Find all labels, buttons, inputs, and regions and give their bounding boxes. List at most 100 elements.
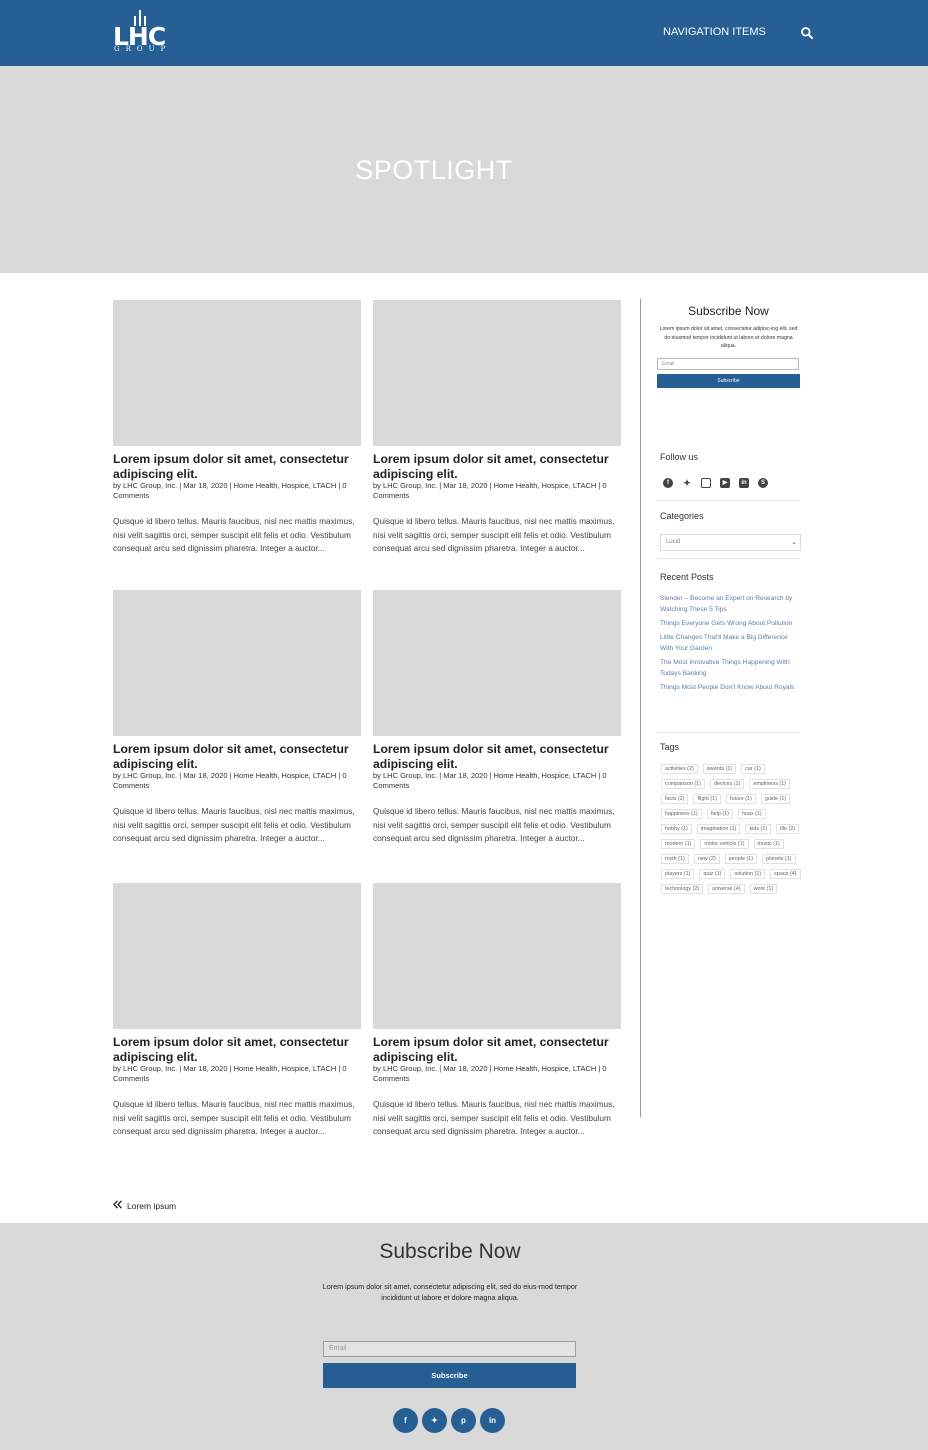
- tag-link[interactable]: planets (1): [762, 854, 796, 864]
- facebook-icon[interactable]: f: [393, 1408, 418, 1433]
- tag-link[interactable]: myth (1): [661, 854, 689, 864]
- sidebar-separator: [657, 732, 800, 733]
- tag-link[interactable]: guide (1): [760, 794, 791, 804]
- double-chevron-left-icon: [113, 1200, 123, 1211]
- tag-link[interactable]: activities (2): [661, 764, 698, 774]
- recent-post-link[interactable]: Little Changes That'll Make a Big Differ…: [660, 633, 800, 655]
- tag-link[interactable]: players (1): [661, 869, 695, 879]
- tag-link[interactable]: imagination (1): [696, 824, 741, 834]
- post-card[interactable]: Lorem ipsum dolor sit amet, consectetur …: [113, 300, 361, 556]
- post-title[interactable]: Lorem ipsum dolor sit amet, consectetur …: [373, 452, 621, 481]
- follow-us-heading: Follow us: [660, 452, 699, 462]
- tag-link[interactable]: awards (1): [702, 764, 737, 774]
- post-excerpt: Quisque id libero tellus. Mauris faucibu…: [373, 516, 615, 554]
- post-card[interactable]: Lorem ipsum dolor sit amet, consectetur …: [373, 883, 621, 1139]
- post-title[interactable]: Lorem ipsum dolor sit amet, consectetur …: [113, 1035, 361, 1064]
- twitter-icon[interactable]: ✦: [422, 1408, 447, 1433]
- lhc-group-logo[interactable]: LHC GROUP: [113, 10, 179, 56]
- post-meta: by LHC Group, Inc. | Mar 18, 2020 | Home…: [113, 771, 347, 790]
- tag-link[interactable]: modern (1): [661, 839, 696, 849]
- navigation-items-link[interactable]: NAVIGATION ITEMS: [663, 26, 766, 38]
- tag-link[interactable]: flight (1): [693, 794, 721, 804]
- recent-post-link[interactable]: Slender – Become an Expert on Research b…: [660, 594, 800, 616]
- tag-link[interactable]: future (1): [725, 794, 756, 804]
- sidebar-email-input[interactable]: Email: [657, 358, 799, 370]
- tag-link[interactable]: car (1): [741, 764, 765, 774]
- tag-link[interactable]: quiz (1): [699, 869, 726, 879]
- post-card[interactable]: Lorem ipsum dolor sit amet, consectetur …: [373, 300, 621, 556]
- post-thumbnail[interactable]: [113, 300, 361, 446]
- tag-link[interactable]: happiness (1): [661, 809, 702, 819]
- footer-subscribe-text: Lorem ipsum dolor sit amet, consectetur …: [322, 1282, 578, 1302]
- sidebar-social-links: f ✦ ▶ in S: [663, 478, 768, 488]
- tag-link[interactable]: emptiness (1): [749, 779, 790, 789]
- post-thumbnail[interactable]: [373, 590, 621, 736]
- post-title[interactable]: Lorem ipsum dolor sit amet, consectetur …: [113, 742, 361, 771]
- footer-subscribe-button[interactable]: Subscribe: [323, 1363, 576, 1388]
- sidebar-subscribe-button[interactable]: Subscribe: [657, 374, 800, 388]
- tag-link[interactable]: technology (2): [661, 884, 704, 894]
- skype-icon[interactable]: S: [758, 478, 768, 488]
- tag-link[interactable]: people (1): [724, 854, 758, 864]
- post-title[interactable]: Lorem ipsum dolor sit amet, consectetur …: [373, 742, 621, 771]
- youtube-icon[interactable]: ▶: [720, 478, 730, 488]
- post-excerpt: Quisque id libero tellus. Mauris faucibu…: [113, 806, 355, 844]
- linkedin-icon[interactable]: in: [480, 1408, 505, 1433]
- post-thumbnail[interactable]: [373, 300, 621, 446]
- page-title: SPOTLIGHT: [355, 155, 513, 185]
- post-meta: by LHC Group, Inc. | Mar 18, 2020 | Home…: [113, 481, 347, 500]
- tag-link[interactable]: help (1): [706, 809, 733, 819]
- tags-heading: Tags: [660, 742, 680, 752]
- footer-email-input[interactable]: Email: [323, 1341, 576, 1357]
- tag-link[interactable]: hobby (1): [661, 824, 692, 834]
- footer-subscribe-title: Subscribe Now: [379, 1240, 521, 1263]
- post-card[interactable]: Lorem ipsum dolor sit amet, consectetur …: [373, 590, 621, 846]
- tag-link[interactable]: comparison (1): [661, 779, 705, 789]
- recent-post-link[interactable]: Things Most People Don't Know About Roya…: [660, 683, 800, 694]
- instagram-icon[interactable]: [701, 478, 711, 488]
- post-thumbnail[interactable]: [373, 883, 621, 1029]
- categories-dropdown[interactable]: Lucid ⌄: [660, 534, 801, 551]
- recent-post-link[interactable]: The Most Innovative Things Happening Wit…: [660, 658, 800, 680]
- facebook-icon[interactable]: f: [663, 478, 673, 488]
- tag-link[interactable]: hoax (1): [737, 809, 766, 819]
- recent-posts-heading: Recent Posts: [660, 572, 714, 582]
- post-meta: by LHC Group, Inc. | Mar 18, 2020 | Home…: [373, 1064, 607, 1083]
- tag-cloud: activities (2) awards (1) car (1) compar…: [661, 764, 801, 894]
- tag-link[interactable]: space (4): [770, 869, 801, 879]
- post-excerpt: Quisque id libero tellus. Mauris faucibu…: [113, 516, 355, 554]
- site-header: LHC GROUP NAVIGATION ITEMS: [0, 0, 928, 66]
- tag-link[interactable]: motor vehicle (1): [700, 839, 749, 849]
- tag-link[interactable]: devices (1): [709, 779, 745, 789]
- recent-posts-list: Slender – Become an Expert on Research b…: [660, 594, 800, 697]
- hero-banner: SPOTLIGHT: [0, 66, 928, 273]
- search-icon[interactable]: [800, 26, 814, 40]
- recent-post-link[interactable]: Things Everyone Gets Wrong About Polluti…: [660, 619, 800, 630]
- post-title[interactable]: Lorem ipsum dolor sit amet, consectetur …: [373, 1035, 621, 1064]
- tag-link[interactable]: work (1): [749, 884, 778, 894]
- footer-social-links: f ✦ p in: [393, 1408, 505, 1433]
- post-thumbnail[interactable]: [113, 590, 361, 736]
- tag-link[interactable]: universe (4): [708, 884, 745, 894]
- post-meta: by LHC Group, Inc. | Mar 18, 2020 | Home…: [373, 771, 607, 790]
- tag-link[interactable]: solution (1): [730, 869, 766, 879]
- linkedin-icon[interactable]: in: [739, 478, 749, 488]
- tag-link[interactable]: music (1): [753, 839, 784, 849]
- chevron-down-icon: ⌄: [791, 539, 797, 546]
- post-thumbnail[interactable]: [113, 883, 361, 1029]
- tag-link[interactable]: facts (2): [661, 794, 689, 804]
- post-card[interactable]: Lorem ipsum dolor sit amet, consectetur …: [113, 883, 361, 1139]
- post-card[interactable]: Lorem ipsum dolor sit amet, consectetur …: [113, 590, 361, 846]
- previous-page-link[interactable]: Lorem ipsum: [113, 1200, 176, 1211]
- pinterest-icon[interactable]: p: [451, 1408, 476, 1433]
- previous-page-label: Lorem ipsum: [127, 1200, 177, 1211]
- categories-selected-value: Lucid: [666, 539, 681, 545]
- tag-link[interactable]: kids (1): [745, 824, 772, 834]
- post-excerpt: Quisque id libero tellus. Mauris faucibu…: [373, 1099, 615, 1137]
- post-title[interactable]: Lorem ipsum dolor sit amet, consectetur …: [113, 452, 361, 481]
- tag-link[interactable]: life (2): [776, 824, 800, 834]
- twitter-icon[interactable]: ✦: [682, 478, 692, 488]
- tag-link[interactable]: new (2): [693, 854, 720, 864]
- post-excerpt: Quisque id libero tellus. Mauris faucibu…: [373, 806, 615, 844]
- sidebar-subscribe-title: Subscribe Now: [688, 304, 769, 318]
